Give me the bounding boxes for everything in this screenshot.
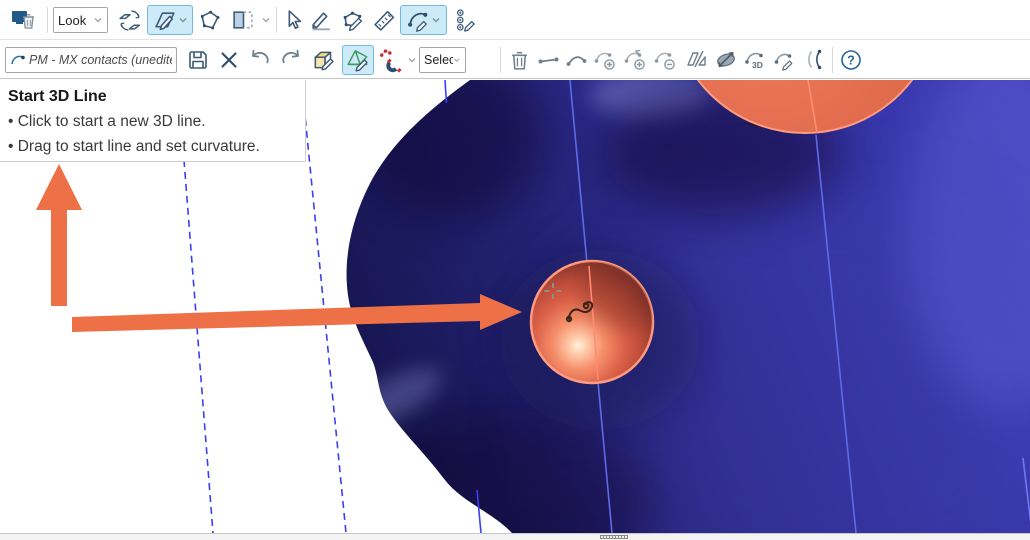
- cursor-arrow-icon: [282, 9, 305, 32]
- curve-insert-point-icon: [623, 48, 648, 72]
- chevron-down-icon: [261, 16, 271, 24]
- undo-icon: [247, 48, 273, 72]
- x-icon: [218, 49, 240, 71]
- delete-line-button[interactable]: [505, 45, 533, 75]
- curve-remove-point-icon: [653, 48, 678, 72]
- rotate-disc-button[interactable]: [711, 45, 741, 75]
- snap-magnet-dropdown[interactable]: [406, 45, 418, 75]
- bottom-splitter-bar: [0, 533, 1030, 540]
- polygon-points-icon: [198, 8, 223, 33]
- chevron-down-icon: [453, 56, 461, 64]
- pencil-line-icon: [309, 8, 334, 33]
- trash-icon: [508, 48, 531, 72]
- mesh-pencil-icon: [345, 47, 371, 73]
- tool-hint-bullet-1: • Click to start a new 3D line.: [8, 109, 305, 134]
- snap-magnet-button[interactable]: [377, 45, 407, 75]
- magnet-icon: [379, 47, 405, 73]
- points-pencil-icon: [453, 8, 478, 33]
- select-arrow-button[interactable]: [280, 5, 306, 35]
- arc-icon: [564, 50, 589, 70]
- dataset-combo[interactable]: PM - MX contacts (unedite: [5, 47, 177, 73]
- chevron-down-icon: [431, 16, 441, 24]
- measure-ruler-button[interactable]: [369, 5, 399, 35]
- remove-point-button[interactable]: [651, 45, 680, 75]
- redo-icon: [278, 48, 304, 72]
- save-icon: [186, 48, 210, 72]
- sketch-plane-button[interactable]: [683, 45, 710, 75]
- help-button[interactable]: ?: [837, 45, 865, 75]
- sketch-plane-pencil-icon: [153, 8, 178, 33]
- look-label: Look: [58, 13, 86, 28]
- edit-points-button[interactable]: [450, 5, 480, 35]
- cube-pencil-icon: [311, 47, 337, 73]
- split-curve-button[interactable]: [801, 45, 829, 75]
- dataset-value: PM - MX contacts (unedite: [29, 53, 172, 67]
- curve-add-point-icon: [593, 48, 618, 72]
- toolbar-primary: Look: [0, 0, 1030, 40]
- orient-sketch-plane-button[interactable]: [115, 5, 146, 35]
- separator: [832, 47, 833, 73]
- curve-pencil-gray-icon: [773, 48, 798, 72]
- tool-hint-panel: Start 3D Line • Click to start a new 3D …: [0, 80, 306, 162]
- isocurve-dashed-1: [184, 160, 213, 533]
- curve-brackets-icon: [803, 48, 828, 72]
- separator: [276, 7, 277, 33]
- delete-selection-button[interactable]: [214, 45, 243, 75]
- curve-3d-button[interactable]: 3D: [741, 45, 770, 75]
- separator: [47, 7, 48, 33]
- clip-region-dropdown[interactable]: [259, 5, 273, 35]
- save-button[interactable]: [183, 45, 212, 75]
- curve-pencil-icon: [406, 8, 431, 33]
- app-window: { "toolbar_primary": { "look_label": "Lo…: [0, 0, 1030, 540]
- chevron-down-icon: [93, 16, 103, 24]
- curve-icon: [10, 53, 26, 67]
- look-dropdown[interactable]: Look: [53, 7, 108, 33]
- splitter-grip[interactable]: [600, 535, 628, 539]
- edit-polygon-button[interactable]: [338, 5, 369, 35]
- redo-button[interactable]: [276, 45, 306, 75]
- help-icon: ?: [839, 48, 863, 72]
- chevron-down-icon: [407, 56, 417, 64]
- undo-button[interactable]: [245, 45, 275, 75]
- edit-on-solid-button[interactable]: [308, 45, 340, 75]
- monitor-trash-icon: [10, 7, 38, 33]
- insert-point-button[interactable]: [621, 45, 650, 75]
- add-point-button[interactable]: [591, 45, 620, 75]
- sketch-line-button[interactable]: [306, 5, 337, 35]
- curve-3d-icon: 3D: [743, 48, 769, 72]
- straight-segment-button[interactable]: [534, 45, 562, 75]
- clip-region-button[interactable]: [227, 5, 259, 35]
- chevron-down-icon: [178, 16, 188, 24]
- toolbar-edit: PM - MX contacts (unedite: [0, 40, 1030, 79]
- sketch-plane-edit-button[interactable]: [147, 5, 193, 35]
- svg-text:?: ?: [847, 54, 855, 68]
- draw-3d-line-button[interactable]: [400, 5, 447, 35]
- arc-segment-button[interactable]: [562, 45, 590, 75]
- select-label: Select: [424, 53, 453, 67]
- polygon-points-button[interactable]: [195, 5, 226, 35]
- edit-curve-button[interactable]: [771, 45, 800, 75]
- annotation-arrow-up: [36, 164, 82, 306]
- tool-hint-bullet-2: • Drag to start line and set curvature.: [8, 134, 305, 159]
- polygon-pencil-icon: [341, 8, 366, 33]
- edit-on-mesh-button[interactable]: [342, 45, 374, 75]
- separator: [500, 47, 501, 73]
- viewport-delete-button[interactable]: [6, 5, 42, 35]
- plane-split-icon: [685, 48, 709, 72]
- orient-plane-icon: [118, 8, 143, 33]
- clip-region-icon: [231, 8, 256, 33]
- ruler-icon: [372, 8, 397, 33]
- line-segment-icon: [536, 50, 561, 70]
- tool-hint-title: Start 3D Line: [8, 85, 305, 109]
- svg-text:3D: 3D: [752, 60, 763, 70]
- select-mode-dropdown[interactable]: Select: [419, 47, 466, 73]
- disc-arrow-icon: [713, 48, 739, 72]
